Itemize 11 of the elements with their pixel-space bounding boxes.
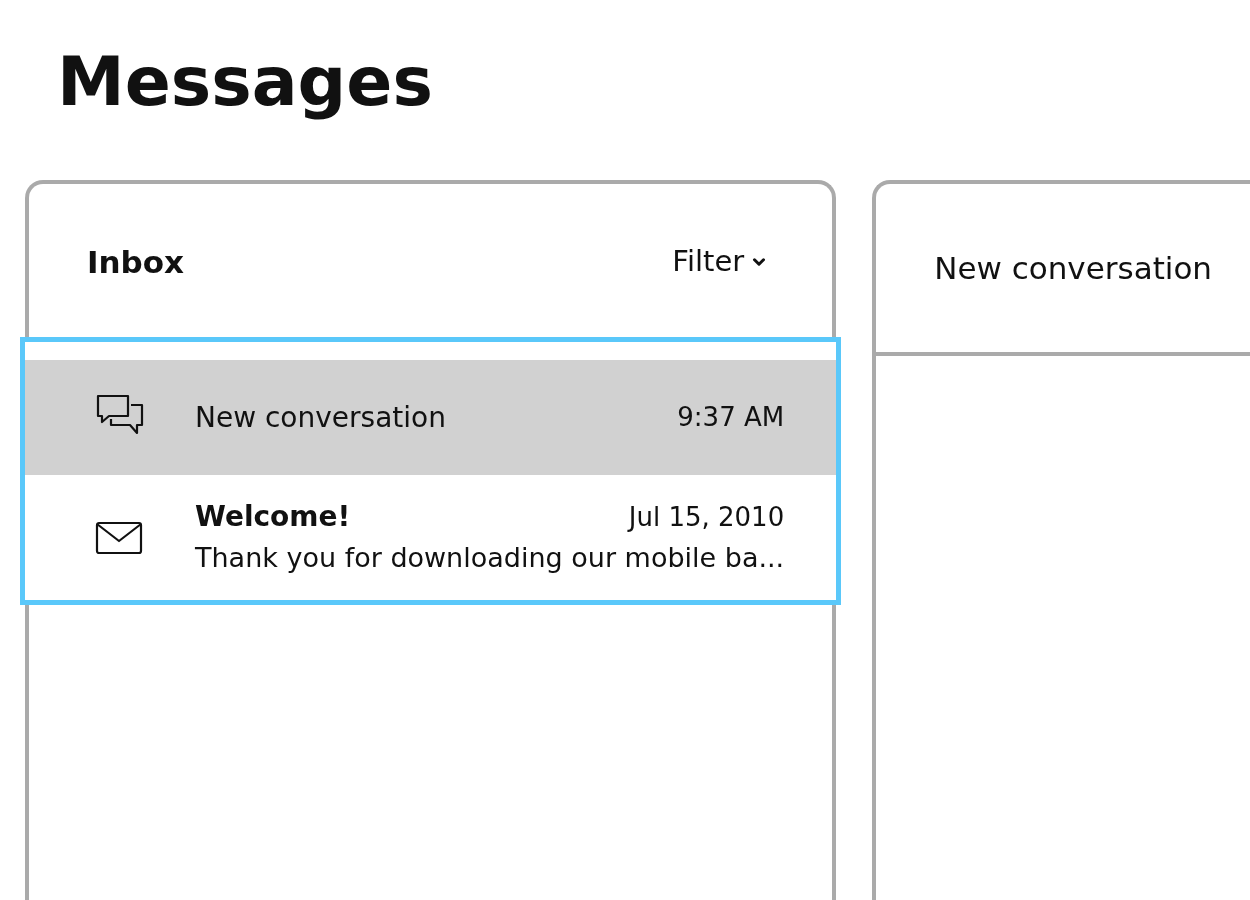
message-row[interactable]: New conversation 9:37 AM [25,360,837,475]
message-time: 9:37 AM [677,401,785,434]
page-title: Messages [56,41,434,123]
filter-dropdown[interactable]: Filter [672,240,769,284]
message-time: Jul 15, 2010 [628,500,785,534]
message-subject: New conversation [195,399,446,436]
envelope-icon [95,520,143,555]
message-preview: Thank you for downloading our mobile ba... [195,541,785,576]
conversation-title: New conversation [934,248,1212,288]
inbox-title: Inbox [87,242,185,282]
message-subject: Welcome! [195,499,351,536]
